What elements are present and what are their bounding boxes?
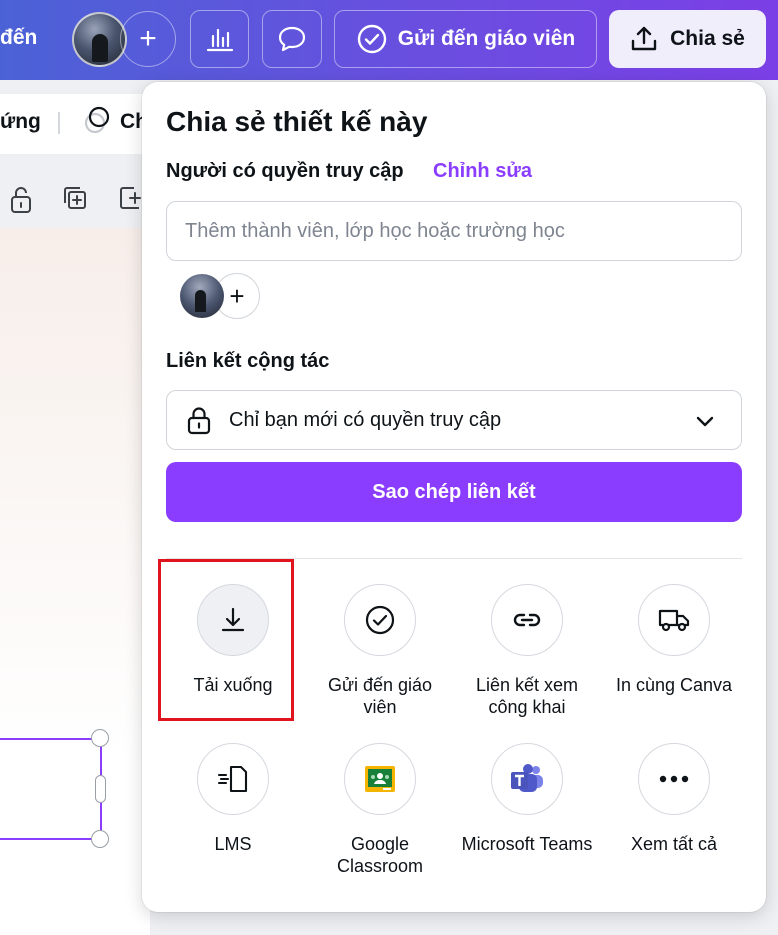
editor-toolbar: ứng Ch <box>0 94 150 154</box>
edit-access-link[interactable]: Chỉnh sửa <box>433 160 532 183</box>
option-google-classroom[interactable]: Google Classroom <box>305 743 455 877</box>
option-label: Gửi đến giáo viên <box>327 675 433 717</box>
link-icon <box>491 584 563 656</box>
insights-button[interactable] <box>190 10 249 68</box>
option-label: Xem tất cả <box>630 834 718 854</box>
option-public-link[interactable]: Liên kết xem công khai <box>452 584 602 718</box>
option-label: In cùng Canva <box>615 675 733 695</box>
bar-chart-icon <box>206 28 233 52</box>
option-label: Google Classroom <box>336 834 424 876</box>
check-circle-icon <box>344 584 416 656</box>
resize-handle-top-right[interactable] <box>91 729 109 747</box>
animate-icon[interactable] <box>82 106 112 136</box>
microsoft-teams-icon <box>491 743 563 815</box>
add-page-icon[interactable] <box>118 185 144 211</box>
google-classroom-icon <box>344 743 416 815</box>
send-to-teacher-button[interactable]: Gửi đến giáo viên <box>334 10 597 68</box>
share-button[interactable]: Chia sẻ <box>609 10 766 68</box>
option-label: Liên kết xem công khai <box>475 675 579 717</box>
add-member-input[interactable] <box>166 201 742 261</box>
highlight-box <box>158 559 294 721</box>
option-see-all[interactable]: Xem tất cả <box>599 743 749 855</box>
toolbar-text-partial[interactable]: ứng <box>0 110 41 134</box>
user-avatar[interactable] <box>72 12 127 67</box>
duplicate-icon[interactable] <box>62 185 88 211</box>
upload-icon <box>631 26 657 51</box>
truck-icon <box>638 584 710 656</box>
more-icon <box>638 743 710 815</box>
element-icon-row <box>0 176 150 222</box>
comment-icon <box>278 26 306 52</box>
option-send-to-teacher[interactable]: Gửi đến giáo viên <box>305 584 455 718</box>
option-lms[interactable]: LMS <box>158 743 308 855</box>
resize-handle-bottom-right[interactable] <box>91 830 109 848</box>
option-print[interactable]: In cùng Canva <box>599 584 749 696</box>
collab-access-value: Chỉ bạn mới có quyền truy cập <box>229 408 502 431</box>
project-name[interactable]: đến <box>0 26 37 50</box>
check-circle-icon <box>357 24 386 54</box>
selection-box[interactable] <box>0 738 102 840</box>
access-label: Người có quyền truy cập <box>166 160 404 182</box>
lock-icon[interactable] <box>8 184 34 214</box>
resize-handle-right[interactable] <box>95 775 106 803</box>
chevron-down-icon <box>696 416 714 427</box>
send-to-teacher-label: Gửi đến giáo viên <box>397 27 576 50</box>
lms-icon <box>197 743 269 815</box>
option-label: Microsoft Teams <box>461 834 593 854</box>
copy-link-button[interactable]: Sao chép liên kết <box>166 462 742 522</box>
option-microsoft-teams[interactable]: Microsoft Teams <box>452 743 602 855</box>
share-label: Chia sẻ <box>670 27 745 50</box>
lock-icon <box>187 407 211 435</box>
plus-icon: + <box>229 280 245 311</box>
collab-link-label: Liên kết cộng tác <box>166 350 330 372</box>
plus-icon: + <box>139 22 157 55</box>
option-label: LMS <box>214 834 252 854</box>
share-panel: Chia sẻ thiết kế này Người có quyền truy… <box>142 82 766 912</box>
top-bar: đến + Gửi đến giáo viên Chia sẻ <box>0 0 778 80</box>
add-collaborator-button[interactable]: + <box>120 11 176 67</box>
member-avatar[interactable] <box>180 274 224 318</box>
panel-title: Chia sẻ thiết kế này <box>166 106 428 137</box>
toolbar-divider <box>58 112 60 134</box>
comments-button[interactable] <box>262 10 322 68</box>
collab-access-select[interactable]: Chỉ bạn mới có quyền truy cập <box>166 390 742 450</box>
